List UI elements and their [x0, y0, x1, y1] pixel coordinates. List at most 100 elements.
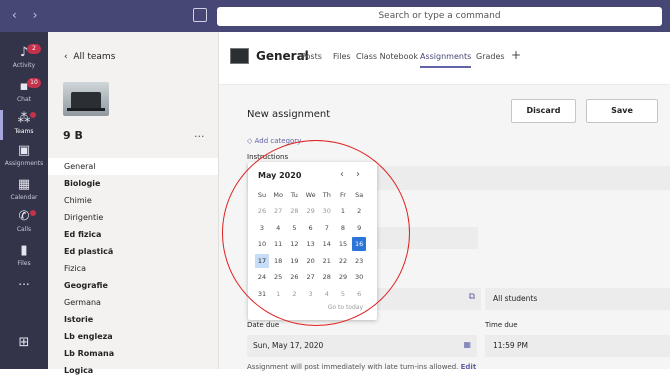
calendar-day[interactable]: 1 [336, 204, 350, 218]
rail-label: Calendar [10, 194, 38, 201]
calendar-day[interactable]: 2 [352, 204, 366, 218]
channel-item[interactable]: Geografie [48, 277, 218, 294]
calendar-day[interactable]: 4 [271, 221, 285, 235]
calendar-day[interactable]: 26 [287, 270, 301, 284]
calendar-day[interactable]: 27 [304, 270, 318, 284]
calendar-day[interactable]: 5 [287, 221, 301, 235]
rail-label: Files [17, 260, 31, 267]
channel-item[interactable]: Lb Romana [48, 345, 218, 362]
prev-month-button[interactable]: ‹ [340, 169, 344, 180]
tab-posts[interactable]: Posts [301, 52, 322, 61]
all-teams-link[interactable]: ‹ All teams [64, 52, 115, 62]
channel-item[interactable]: Ed plastică [48, 243, 218, 260]
calendar-day[interactable]: 21 [320, 254, 334, 268]
channel-item[interactable]: Fizica [48, 260, 218, 277]
calendar-day[interactable]: 28 [287, 204, 301, 218]
apps-icon: ⊞ [18, 335, 30, 350]
calendar-day[interactable]: 30 [320, 204, 334, 218]
calendar-day[interactable]: 2 [287, 287, 301, 301]
calendar-day[interactable]: 30 [352, 270, 366, 284]
calendar-day[interactable]: 8 [336, 221, 350, 235]
date-due-field[interactable]: Sun, May 17, 2020 ▦ [247, 335, 477, 357]
calendar-icon: ▦ [17, 177, 31, 192]
channel-item[interactable]: Istorie [48, 311, 218, 328]
calendar-day[interactable]: 14 [320, 237, 334, 251]
tab-assignments[interactable]: Assignments [420, 52, 472, 68]
calendar-day[interactable]: 19 [287, 254, 301, 268]
add-tab-button[interactable]: + [511, 48, 521, 62]
calendar-day[interactable]: 10 [255, 237, 269, 251]
channel-item[interactable]: Lb engleza [48, 328, 218, 345]
next-month-button[interactable]: › [356, 169, 360, 180]
calendar-day[interactable]: 15 [336, 237, 350, 251]
tab-grades[interactable]: Grades [476, 52, 505, 61]
compose-icon[interactable] [193, 8, 207, 22]
date-due-label: Date due [247, 321, 280, 329]
calendar-day[interactable]: 3 [255, 221, 269, 235]
calendar-day[interactable]: 4 [320, 287, 334, 301]
channel-item[interactable]: Chimie [48, 192, 218, 209]
weekday-label: Mo [273, 191, 283, 199]
nav-arrows-icon[interactable]: ‹ › [12, 8, 43, 22]
go-to-today-link[interactable]: Go to today [248, 304, 377, 311]
calendar-day[interactable]: 16 [352, 237, 367, 251]
late-note-text: Assignment will post immediately with la… [247, 363, 459, 371]
calendar-day[interactable]: 3 [304, 287, 318, 301]
instructions-label: Instructions [247, 153, 289, 161]
save-button[interactable]: Save [586, 99, 658, 123]
form-title: New assignment [247, 109, 331, 120]
calendar-day[interactable]: 22 [336, 254, 350, 268]
channel-item[interactable]: Dirigentie [48, 209, 218, 226]
calendar-day[interactable]: 18 [271, 254, 285, 268]
calendar-day[interactable]: 26 [255, 204, 269, 218]
calendar-day[interactable]: 25 [271, 270, 285, 284]
rail-item-assignments[interactable]: ▣ Assignments [0, 140, 48, 174]
rail-item-calls[interactable]: ✆ Calls [0, 206, 48, 240]
calendar-day[interactable]: 5 [336, 287, 350, 301]
channel-item[interactable]: Logica [48, 362, 218, 379]
calendar-day[interactable]: 29 [336, 270, 350, 284]
search-input[interactable]: Search or type a command [217, 7, 662, 26]
add-category-link[interactable]: ◇ Add category [247, 137, 301, 145]
rail-item-teams[interactable]: ⁂ Teams [0, 108, 48, 142]
channel-item[interactable]: Germana [48, 294, 218, 311]
calendar-day[interactable]: 1 [271, 287, 285, 301]
time-due-field[interactable]: 11:59 PM [485, 335, 670, 357]
points-field[interactable] [367, 227, 478, 249]
calendar-day[interactable]: 7 [320, 221, 334, 235]
rail-item-chat[interactable]: ▪ Chat 10 [0, 76, 48, 110]
channel-item[interactable]: Biologie [48, 175, 218, 192]
calendar-day[interactable]: 31 [255, 287, 269, 301]
calendar-day[interactable]: 11 [271, 237, 285, 251]
rail-item-files[interactable]: ▮ Files [0, 240, 48, 274]
calendar-day[interactable]: 13 [304, 237, 318, 251]
tab-class-notebook[interactable]: Class Notebook [356, 52, 418, 61]
calendar-day[interactable]: 9 [352, 221, 366, 235]
edit-link[interactable]: Edit [461, 363, 477, 371]
calendar-day[interactable]: 23 [352, 254, 366, 268]
calendar-icon[interactable]: ▦ [463, 340, 471, 349]
team-more-button[interactable]: ... [194, 127, 205, 140]
rail-item-activity[interactable]: ♪ Activity 2 [0, 42, 48, 76]
rubric-field[interactable]: ⧉ [369, 288, 481, 310]
channel-item[interactable]: General [48, 158, 218, 175]
calendar-day[interactable]: 6 [304, 221, 318, 235]
tab-files[interactable]: Files [333, 52, 351, 61]
calendar-day[interactable]: 27 [271, 204, 285, 218]
weekday-label: Sa [355, 191, 364, 199]
assign-to-field[interactable]: All students [485, 288, 670, 310]
discard-button[interactable]: Discard [511, 99, 576, 123]
calendar-day[interactable]: 17 [255, 253, 269, 268]
calendar-day[interactable]: 29 [304, 204, 318, 218]
calendar-day[interactable]: 28 [320, 270, 334, 284]
more-apps-button[interactable]: ... [0, 274, 48, 308]
channel-item[interactable]: Ed fizica [48, 226, 218, 243]
link-icon: ⧉ [468, 292, 475, 302]
rail-item-calendar[interactable]: ▦ Calendar [0, 174, 48, 208]
apps-button[interactable]: ⊞ [0, 332, 48, 366]
calendar-day[interactable]: 24 [255, 270, 269, 284]
calendar-day[interactable]: 12 [287, 237, 301, 251]
calendar-day[interactable]: 6 [352, 287, 366, 301]
weekday-label: Fr [340, 191, 346, 199]
calendar-day[interactable]: 20 [304, 254, 318, 268]
